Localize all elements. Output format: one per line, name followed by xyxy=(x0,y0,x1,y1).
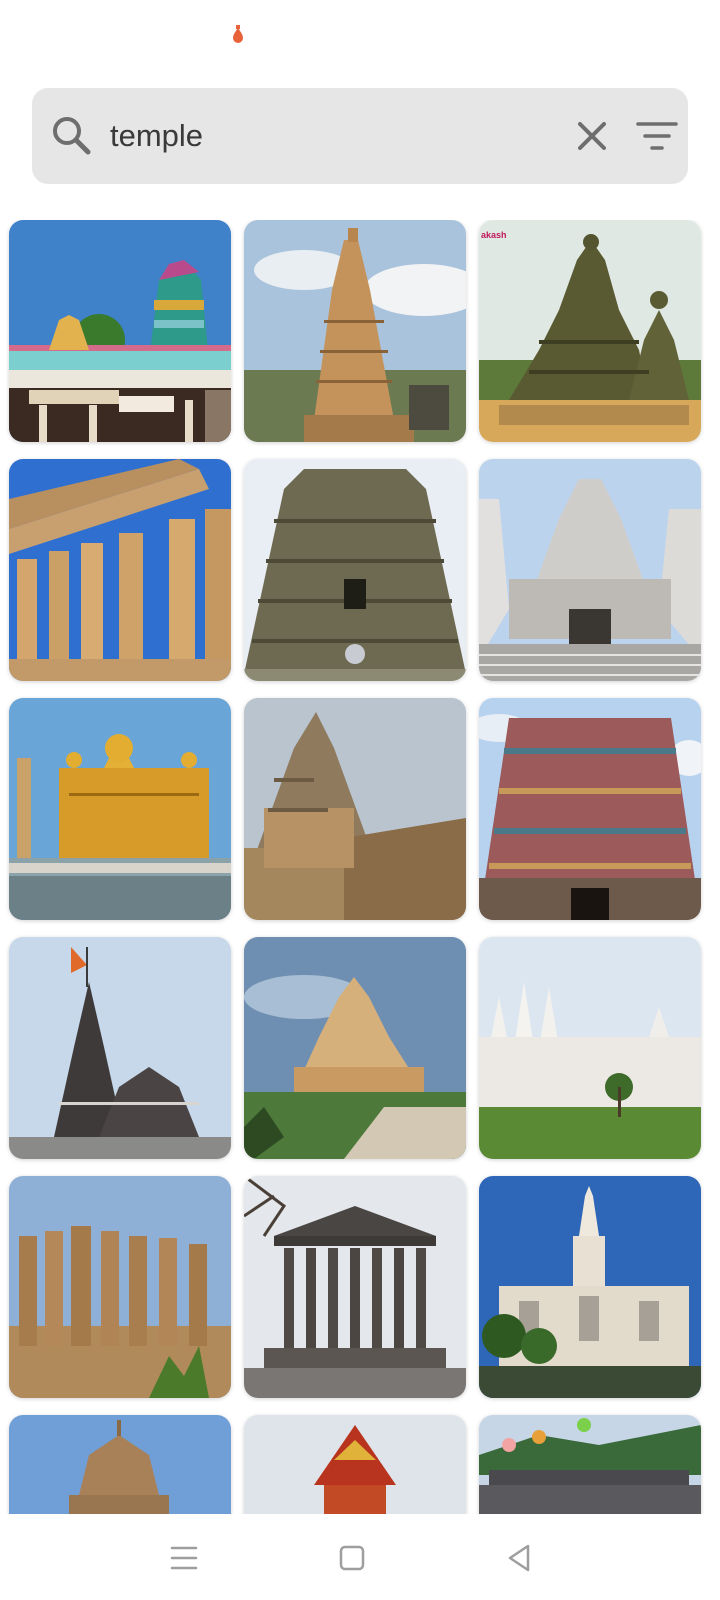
temple-photo xyxy=(244,698,466,920)
image-result[interactable] xyxy=(9,698,231,920)
temple-photo xyxy=(244,1176,466,1398)
image-result[interactable] xyxy=(9,459,231,681)
image-result[interactable]: akash xyxy=(479,220,701,442)
image-result[interactable] xyxy=(244,1176,466,1398)
image-result[interactable] xyxy=(479,698,701,920)
image-result[interactable] xyxy=(9,1415,231,1514)
image-result[interactable] xyxy=(479,459,701,681)
temple-photo xyxy=(9,698,231,920)
image-results-grid: akash xyxy=(0,220,720,1514)
status-bar xyxy=(0,0,720,60)
image-result[interactable] xyxy=(244,1415,466,1514)
filter-icon[interactable] xyxy=(636,118,680,154)
search-input[interactable] xyxy=(110,108,530,164)
temple-photo xyxy=(9,1415,231,1514)
temple-photo xyxy=(479,459,701,681)
search-icon[interactable] xyxy=(50,114,94,158)
temple-photo xyxy=(479,937,701,1159)
temple-photo xyxy=(9,1176,231,1398)
image-watermark: akash xyxy=(481,230,507,240)
temple-photo xyxy=(244,459,466,681)
temple-photo xyxy=(479,698,701,920)
temple-photo xyxy=(244,220,466,442)
temple-photo xyxy=(244,937,466,1159)
image-result[interactable] xyxy=(479,1176,701,1398)
image-result[interactable] xyxy=(9,1176,231,1398)
notification-drop-icon xyxy=(233,25,243,43)
close-icon[interactable] xyxy=(568,112,616,160)
image-result[interactable] xyxy=(244,459,466,681)
image-result[interactable] xyxy=(9,937,231,1159)
back-triangle-icon[interactable] xyxy=(498,1536,542,1580)
temple-photo xyxy=(9,459,231,681)
menu-icon[interactable] xyxy=(162,1536,206,1580)
temple-photo xyxy=(244,1415,466,1514)
image-result[interactable] xyxy=(244,220,466,442)
navigation-bar xyxy=(0,1514,720,1600)
temple-photo xyxy=(479,220,701,442)
temple-photo xyxy=(479,1415,701,1514)
image-result[interactable] xyxy=(479,937,701,1159)
image-result[interactable] xyxy=(9,220,231,442)
search-bar xyxy=(32,88,688,184)
image-result[interactable] xyxy=(479,1415,701,1514)
temple-photo xyxy=(9,937,231,1159)
home-square-icon[interactable] xyxy=(330,1536,374,1580)
image-result[interactable] xyxy=(244,698,466,920)
temple-photo xyxy=(479,1176,701,1398)
temple-photo xyxy=(9,220,231,442)
image-result[interactable] xyxy=(244,937,466,1159)
